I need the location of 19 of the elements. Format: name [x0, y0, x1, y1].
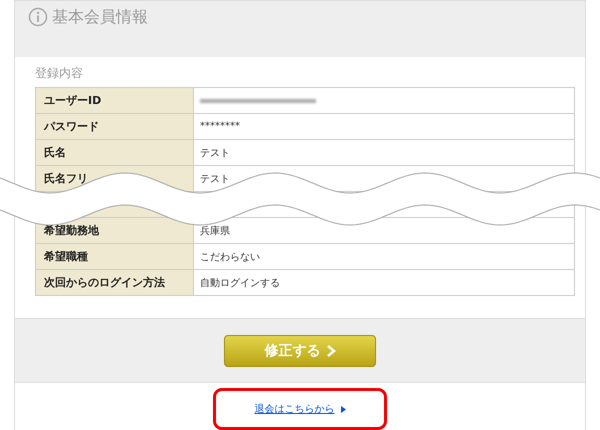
chevron-icon: [326, 344, 336, 357]
table-cell-text: 兵庫県: [200, 224, 230, 238]
table-cell: ********: [200, 121, 240, 132]
row-label: 希望職種: [44, 249, 88, 264]
table-cell-text: テスト: [200, 172, 230, 186]
triangle-icon: [340, 406, 346, 412]
row-label: 氏名フリ: [44, 171, 88, 186]
info-icon: [28, 7, 48, 27]
table-cell-text: テスト: [200, 146, 230, 160]
table-title: 登録内容: [35, 65, 84, 82]
row-label: パスワード: [44, 119, 99, 134]
table-cell-text: 自動ログインする: [200, 276, 280, 290]
row-label: 希望勤務地: [44, 223, 99, 238]
section-header-title: 基本会員情報: [52, 7, 148, 27]
row-label: 氏名: [44, 145, 66, 160]
row-label: 次回からのログイン方法: [44, 275, 165, 290]
table-cell-text: こだわらない: [200, 250, 260, 264]
row-label: ユーザーID: [44, 93, 102, 108]
withdraw-link[interactable]: 退会はこちらから: [254, 402, 334, 416]
